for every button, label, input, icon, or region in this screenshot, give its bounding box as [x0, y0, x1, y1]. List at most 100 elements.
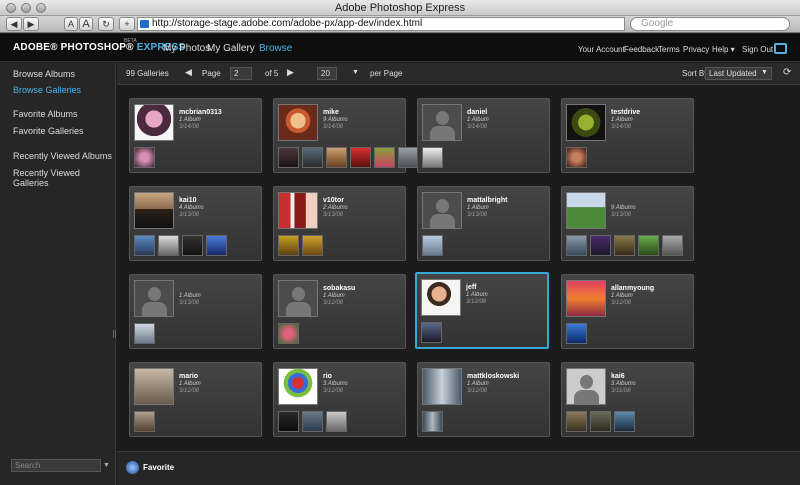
sidebar-item-favorite-galleries[interactable]: Favorite Galleries: [13, 126, 84, 136]
album-thumbnail[interactable]: [278, 411, 299, 432]
album-thumbnail[interactable]: [134, 147, 155, 168]
album-thumbnail[interactable]: [398, 147, 419, 168]
gallery-avatar: [134, 104, 174, 141]
album-thumbnail[interactable]: [326, 147, 347, 168]
album-thumbnail[interactable]: [134, 235, 155, 256]
nav-terms[interactable]: Terms: [658, 45, 680, 54]
album-thumbnail[interactable]: [302, 235, 323, 256]
updated-date: 3/12/08: [179, 388, 200, 394]
gallery-card[interactable]: v10tor 2 Albums 3/13/08: [273, 186, 406, 261]
album-thumbnail[interactable]: [158, 235, 179, 256]
nav-my-photos[interactable]: My Photos: [163, 43, 210, 54]
gallery-card[interactable]: testdrive 1 Album 3/14/08: [561, 98, 694, 173]
sidebar-resize-handle[interactable]: [113, 330, 116, 338]
updated-date: 3/11/08: [611, 388, 631, 394]
gallery-card[interactable]: mattalbright 1 Album 3/13/08: [417, 186, 550, 261]
album-thumbnail[interactable]: [614, 411, 635, 432]
album-thumbnail[interactable]: [422, 411, 443, 432]
back-button[interactable]: ◀: [6, 17, 22, 31]
nav-my-gallery[interactable]: My Gallery: [207, 43, 255, 54]
album-thumbnail[interactable]: [302, 147, 323, 168]
nav-your-account[interactable]: Your Account: [578, 45, 625, 54]
gallery-card[interactable]: daniel 1 Album 3/14/08: [417, 98, 550, 173]
album-thumbnail[interactable]: [278, 147, 299, 168]
album-count: 1 Album: [467, 205, 489, 211]
sidebar-item-browse-albums[interactable]: Browse Albums: [13, 69, 75, 79]
album-thumbnail[interactable]: [638, 235, 659, 256]
nav-privacy[interactable]: Privacy: [683, 45, 709, 54]
per-page-input[interactable]: 20: [317, 67, 337, 80]
refresh-icon[interactable]: ⟳: [783, 67, 791, 78]
sidebar-item-browse-galleries[interactable]: Browse Galleries: [13, 85, 81, 95]
nav-sign-out[interactable]: Sign Out: [742, 45, 773, 54]
album-thumbnail[interactable]: [206, 235, 227, 256]
album-thumbnail[interactable]: [421, 322, 442, 343]
album-thumbnail[interactable]: [566, 147, 587, 168]
nav-feedback[interactable]: Feedback: [624, 45, 659, 54]
sidebar-item-recently-viewed-albums[interactable]: Recently Viewed Albums: [13, 151, 112, 161]
album-thumbnail[interactable]: [302, 411, 323, 432]
album-thumbnail[interactable]: [374, 147, 395, 168]
gallery-card[interactable]: 9 Albums 3/13/08: [561, 186, 694, 261]
next-page-icon[interactable]: ▶: [287, 67, 294, 78]
album-thumbnail[interactable]: [590, 235, 611, 256]
gallery-owner-name: sobakasu: [323, 285, 356, 292]
gallery-card[interactable]: sobakasu 1 Album 3/12/08: [273, 274, 406, 349]
text-smaller-button[interactable]: A: [64, 17, 78, 31]
album-thumbnail[interactable]: [422, 235, 443, 256]
gallery-avatar: [134, 280, 174, 317]
album-thumbnail[interactable]: [182, 235, 203, 256]
album-thumbnail[interactable]: [278, 323, 299, 344]
app-header: ADOBE® PHOTOSHOP® EXPRESS BETA My Photos…: [0, 34, 800, 62]
page-input[interactable]: 2: [230, 67, 252, 80]
album-thumbnail[interactable]: [278, 235, 299, 256]
album-thumbnail[interactable]: [662, 235, 683, 256]
window-titlebar: Adobe Photoshop Express: [0, 0, 800, 16]
nav-help[interactable]: Help ▾: [712, 45, 735, 54]
favorite-icon[interactable]: [126, 461, 139, 474]
gallery-card[interactable]: mcbrian0313 1 Album 3/14/08: [129, 98, 262, 173]
album-thumbnail[interactable]: [350, 147, 371, 168]
gallery-card[interactable]: mike 9 Albums 3/14/08: [273, 98, 419, 173]
album-thumbnail[interactable]: [566, 235, 587, 256]
album-count: 1 Album: [611, 293, 633, 299]
updated-date: 3/12/08: [323, 300, 344, 306]
sidebar-search-input[interactable]: Search: [11, 459, 101, 472]
gallery-owner-name: testdrive: [611, 109, 641, 116]
gallery-card[interactable]: allanmyoung 1 Album 3/12/08: [561, 274, 694, 349]
gallery-card[interactable]: kai10 4 Albums 3/13/08: [129, 186, 262, 261]
sort-dropdown-icon[interactable]: ▼: [761, 69, 768, 76]
nav-browse[interactable]: Browse: [259, 43, 292, 54]
prev-page-icon[interactable]: ◀: [185, 67, 192, 78]
gallery-card[interactable]: rio 3 Albums 3/12/08: [273, 362, 406, 437]
gallery-card[interactable]: mattkloskowski 1 Album 3/12/08: [417, 362, 550, 437]
browser-search-input[interactable]: Google: [630, 17, 790, 31]
fullscreen-icon[interactable]: [774, 43, 787, 54]
address-bar[interactable]: http://storage-stage.adobe.com/adobe-px/…: [137, 17, 625, 31]
album-thumbnail[interactable]: [134, 411, 155, 432]
gallery-avatar: [566, 280, 606, 317]
sidebar-item-recently-viewed-galleries[interactable]: Recently Viewed Galleries: [13, 168, 115, 188]
album-thumbnail[interactable]: [614, 235, 635, 256]
album-count: 1 Album: [611, 117, 633, 123]
gallery-owner-name: kai6: [611, 373, 625, 380]
forward-button[interactable]: ▶: [23, 17, 39, 31]
gallery-card[interactable]: mario 1 Album 3/12/08: [129, 362, 262, 437]
add-bookmark-button[interactable]: +: [119, 17, 135, 31]
gallery-card[interactable]: kai6 3 Albums 3/11/08: [561, 362, 694, 437]
reload-button[interactable]: ↻: [98, 17, 114, 31]
album-thumbnail[interactable]: [566, 323, 587, 344]
gallery-owner-name: kai10: [179, 197, 197, 204]
album-thumbnail[interactable]: [566, 411, 587, 432]
album-thumbnail[interactable]: [590, 411, 611, 432]
gallery-card[interactable]: 1 Album 3/13/08: [129, 274, 262, 349]
gallery-card-selected[interactable]: jeff 1 Album 3/12/08: [415, 272, 549, 349]
text-larger-button[interactable]: A: [79, 17, 93, 31]
sidebar-item-favorite-albums[interactable]: Favorite Albums: [13, 109, 78, 119]
favorite-button[interactable]: Favorite: [143, 463, 174, 472]
album-thumbnail[interactable]: [134, 323, 155, 344]
per-page-dropdown-icon[interactable]: ▼: [352, 69, 359, 76]
search-dropdown-icon[interactable]: ▼: [103, 462, 110, 469]
album-thumbnail[interactable]: [326, 411, 347, 432]
album-thumbnail[interactable]: [422, 147, 443, 168]
